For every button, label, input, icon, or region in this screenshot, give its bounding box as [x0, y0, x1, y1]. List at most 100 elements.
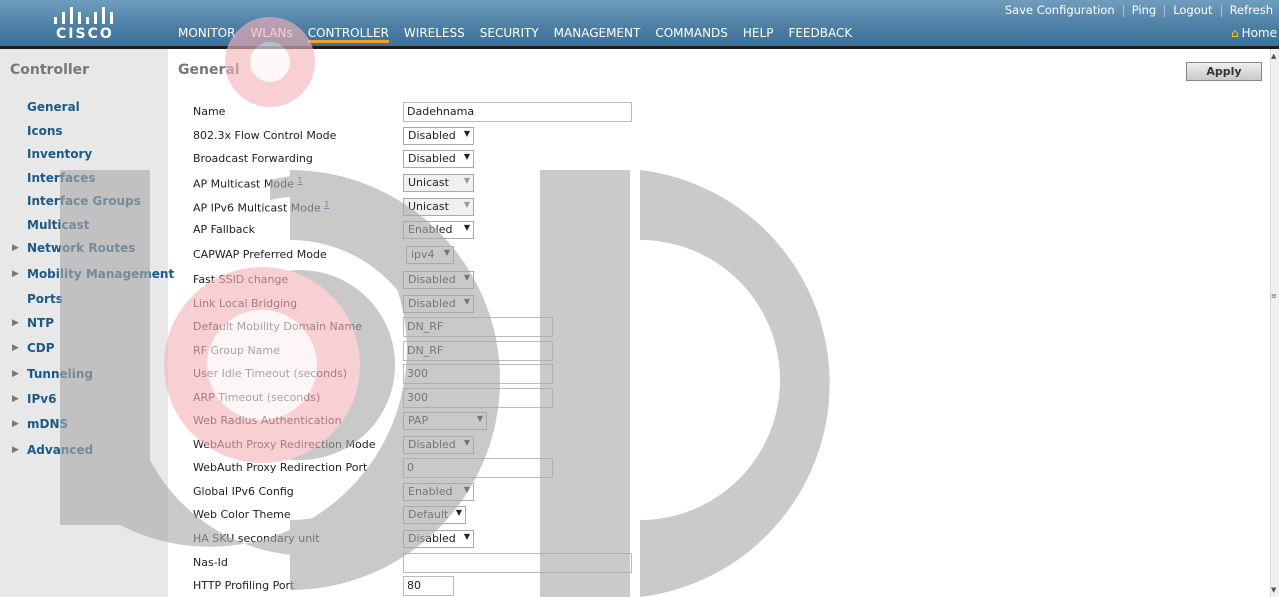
expand-arrow-icon[interactable]: ▶ [12, 243, 19, 253]
label-text: Nas-Id [193, 556, 228, 569]
label-text: 802.3x Flow Control Mode [193, 129, 337, 142]
nav-feedback[interactable]: FEEDBACK [788, 26, 852, 43]
ap-fallback-select[interactable]: Enabled ▼ [403, 221, 474, 239]
nav-security[interactable]: SECURITY [480, 26, 539, 43]
nav-commands[interactable]: COMMANDS [655, 26, 728, 43]
footnote-link[interactable]: 1 [324, 200, 329, 209]
sidebar-item-icons[interactable]: Icons [27, 124, 63, 138]
link-local-bridging-select[interactable]: Disabled ▼ [403, 295, 474, 313]
sidebar-item-multicast[interactable]: Multicast [27, 218, 90, 232]
label-name: Name [193, 105, 225, 118]
label-text: RF Group Name [193, 344, 280, 357]
sidebar-item-cdp[interactable]: CDP [27, 341, 55, 355]
vertical-scrollbar[interactable] [1270, 49, 1279, 597]
expand-arrow-icon[interactable]: ▶ [12, 419, 19, 429]
label-text: AP IPv6 Multicast Mode [193, 201, 321, 215]
logout-link[interactable]: Logout [1169, 3, 1216, 17]
web-radius-authentication-select[interactable]: PAP ▼ [403, 412, 487, 430]
sidebar-item-advanced[interactable]: Advanced [27, 443, 93, 457]
dropdown-arrow-icon: ▼ [443, 248, 450, 257]
label-text: Web Color Theme [193, 508, 291, 521]
field-value: DN_RF [407, 320, 444, 333]
sidebar-item-interface-groups[interactable]: Interface Groups [27, 194, 141, 208]
refresh-link[interactable]: Refresh [1226, 3, 1277, 17]
apply-button[interactable]: Apply [1186, 62, 1262, 81]
label-webauth-proxy-redirection-mode: WebAuth Proxy Redirection Mode [193, 438, 375, 451]
label-text: HA SKU secondary unit [193, 532, 320, 545]
expand-arrow-icon[interactable]: ▶ [12, 318, 19, 328]
ap-ipv6-multicast-mode-select[interactable]: Unicast ▼ [403, 198, 474, 216]
webauth-proxy-redirection-mode-select[interactable]: Disabled ▼ [403, 436, 474, 454]
expand-arrow-icon[interactable]: ▶ [12, 269, 19, 279]
label-ha-sku-secondary-unit: HA SKU secondary unit [193, 532, 320, 545]
label-text: Link Local Bridging [193, 297, 298, 310]
dropdown-arrow-icon: ▼ [463, 485, 470, 494]
field-value: 80 [407, 579, 421, 592]
footnote-link[interactable]: 1 [297, 176, 302, 185]
name-field[interactable]: Dadehnama [403, 102, 632, 122]
nav-wireless[interactable]: WIRELESS [404, 26, 465, 43]
expand-arrow-icon[interactable]: ▶ [12, 369, 19, 379]
label-webauth-proxy-redirection-port: WebAuth Proxy Redirection Port [193, 461, 367, 474]
dropdown-arrow-icon: ▼ [463, 129, 470, 138]
default-mobility-domain-name-field[interactable]: DN_RF [403, 317, 553, 337]
ha-sku-secondary-unit-select[interactable]: Disabled ▼ [403, 530, 474, 548]
field-value: 300 [407, 367, 428, 380]
field-value: Disabled [408, 129, 456, 142]
save-configuration-link[interactable]: Save Configuration [1001, 3, 1119, 17]
global-ipv6-config-select[interactable]: Enabled ▼ [403, 483, 474, 501]
nas-id-field[interactable] [403, 553, 632, 573]
webauth-proxy-redirection-port-field[interactable]: 0 [403, 458, 553, 478]
802-3x-flow-control-mode-select[interactable]: Disabled ▼ [403, 127, 474, 145]
sidebar-item-general[interactable]: General [27, 100, 80, 114]
nav-management[interactable]: MANAGEMENT [554, 26, 641, 43]
home-link[interactable]: ⌂ Home [1231, 26, 1277, 40]
sidebar-item-mobility-management[interactable]: Mobility Management [27, 267, 174, 281]
field-value: Disabled [408, 273, 456, 286]
label-global-ipv6-config: Global IPv6 Config [193, 485, 294, 498]
dropdown-arrow-icon: ▼ [463, 297, 470, 306]
dropdown-arrow-icon: ▼ [463, 223, 470, 232]
http-profiling-port-field[interactable]: 80 [403, 576, 454, 596]
expand-arrow-icon[interactable]: ▶ [12, 445, 19, 455]
capwap-preferred-mode-select[interactable]: ipv4 ▼ [406, 246, 454, 264]
label-text: Global IPv6 Config [193, 485, 294, 498]
label-ap-fallback: AP Fallback [193, 223, 255, 236]
ap-multicast-mode-select[interactable]: Unicast ▼ [403, 174, 474, 192]
sidebar-item-ports[interactable]: Ports [27, 292, 63, 306]
field-value: ipv4 [411, 248, 435, 261]
nav-help[interactable]: HELP [743, 26, 774, 43]
label-text: WebAuth Proxy Redirection Port [193, 461, 368, 474]
label-text: Name [193, 105, 226, 118]
expand-arrow-icon[interactable]: ▶ [12, 343, 19, 353]
fast-ssid-change-select[interactable]: Disabled ▼ [403, 271, 474, 289]
broadcast-forwarding-select[interactable]: Disabled ▼ [403, 150, 474, 168]
arp-timeout-seconds-field[interactable]: 300 [403, 388, 553, 408]
sidebar-item-network-routes[interactable]: Network Routes [27, 241, 135, 255]
utility-links: Save Configuration Ping Logout Refresh [1001, 3, 1277, 17]
label-capwap-preferred-mode: CAPWAP Preferred Mode [193, 248, 327, 261]
web-color-theme-select[interactable]: Default ▼ [403, 506, 466, 524]
sidebar-item-mdns[interactable]: mDNS [27, 417, 68, 431]
ping-link[interactable]: Ping [1128, 3, 1160, 17]
field-value: Unicast [408, 176, 449, 189]
sidebar-item-ipv6[interactable]: IPv6 [27, 392, 56, 406]
scroll-down-icon[interactable]: ▼ [1271, 586, 1276, 594]
label-user-idle-timeout-seconds: User Idle Timeout (seconds) [193, 367, 347, 380]
scroll-up-icon[interactable]: ▲ [1271, 52, 1276, 60]
logo-text: CISCO [56, 26, 114, 42]
rf-group-name-field[interactable]: DN_RF [403, 341, 553, 361]
sidebar: Controller [0, 49, 168, 597]
user-idle-timeout-seconds-field[interactable]: 300 [403, 364, 553, 384]
sidebar-title: Controller [10, 62, 90, 78]
label-web-radius-authentication: Web Radius Authentication [193, 414, 342, 427]
expand-arrow-icon[interactable]: ▶ [12, 394, 19, 404]
sidebar-item-inventory[interactable]: Inventory [27, 147, 92, 161]
sidebar-item-interfaces[interactable]: Interfaces [27, 171, 96, 185]
nav-controller[interactable]: CONTROLLER [307, 26, 389, 43]
nav-monitor[interactable]: MONITOR [178, 26, 235, 43]
sidebar-item-tunneling[interactable]: Tunneling [27, 367, 93, 381]
field-value: Disabled [408, 297, 456, 310]
sidebar-item-ntp[interactable]: NTP [27, 316, 54, 330]
nav-wlans[interactable]: WLANs [250, 26, 292, 43]
